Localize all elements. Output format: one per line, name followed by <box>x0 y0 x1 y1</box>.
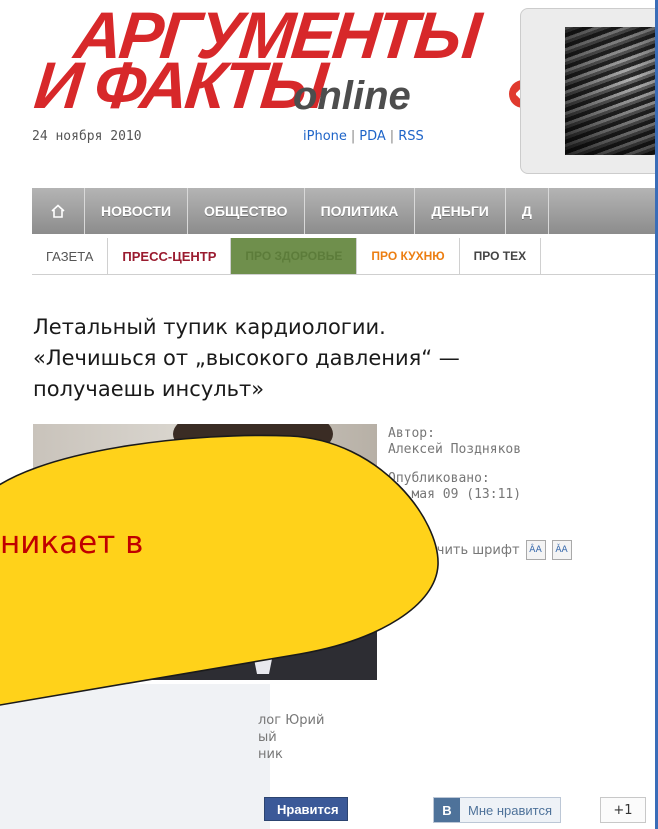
caption-line: лог Юрий <box>258 713 325 728</box>
nav-home[interactable] <box>32 188 85 234</box>
caption-line: ник <box>258 747 283 762</box>
author-label: Автор: <box>388 426 435 441</box>
article-headline: Летальный тупик кардиологии. «Лечишься о… <box>33 312 633 405</box>
photo-caption: лог Юрий ый ник <box>258 712 324 763</box>
banner-image <box>565 27 658 155</box>
article-meta: Автор: Алексей Поздняков Опубликовано: 2… <box>388 426 521 516</box>
font-size-controls: личить шрифт ÂA ǍA <box>420 540 572 560</box>
nav-item-dengi[interactable]: ДЕНЬГИ <box>415 188 506 234</box>
platform-links: iPhone | PDA | RSS <box>303 129 424 144</box>
header-date: 24 ноября 2010 <box>32 129 142 144</box>
vk-like-label: Мне нравится <box>468 802 553 818</box>
published-date: 27 мая 09 (13:11) <box>388 487 522 502</box>
nav-item-obshchestvo[interactable]: ОБЩЕСТВО <box>188 188 305 234</box>
published-label: Опубликовано: <box>388 471 490 486</box>
subnav-pro-zdorovie[interactable]: ПРО ЗДОРОВЬЕ <box>231 238 358 274</box>
promo-banner[interactable] <box>520 8 658 174</box>
subnav-press-center[interactable]: ПРЕСС-ЦЕНТР <box>108 238 232 274</box>
callout-text: никает в <box>0 525 144 561</box>
logo-online: online <box>293 74 411 118</box>
plusone-button[interactable]: +1 <box>600 797 646 823</box>
main-nav: НОВОСТИ ОБЩЕСТВО ПОЛИТИКА ДЕНЬГИ Д <box>32 188 658 234</box>
subnav-pro-teh[interactable]: ПРО ТЕХ <box>460 238 542 274</box>
pda-link[interactable]: PDA <box>359 129 386 144</box>
link-separator: | <box>389 129 395 144</box>
author-name: Алексей Поздняков <box>388 442 522 457</box>
nav-item-politika[interactable]: ПОЛИТИКА <box>305 188 416 234</box>
nav-item-novosti[interactable]: НОВОСТИ <box>85 188 189 234</box>
font-increase-icon[interactable]: ÂA <box>525 540 546 560</box>
site-logo[interactable]: АРГУМЕНТЫ И ФАКТЫ online <box>31 0 505 124</box>
callout-box <box>0 684 270 829</box>
headline-line: получаешь инсульт» <box>33 377 265 401</box>
vk-icon: В <box>434 798 460 822</box>
caption-line: ый <box>258 730 277 745</box>
font-size-label: личить шрифт <box>420 542 520 558</box>
rss-link[interactable]: RSS <box>398 129 424 144</box>
logo-line2: И ФАКТЫ <box>31 48 329 122</box>
facebook-like-button[interactable]: Нравится <box>264 797 348 821</box>
fb-like-label: Нравится <box>277 801 339 817</box>
link-separator: | <box>350 129 356 144</box>
subnav-gazeta[interactable]: ГАЗЕТА <box>32 238 109 274</box>
plusone-label: +1 <box>613 802 633 818</box>
sub-nav: ГАЗЕТА ПРЕСС-ЦЕНТР ПРО ЗДОРОВЬЕ ПРО КУХН… <box>32 238 658 275</box>
headline-line: «Лечишься от „высокого давления“ — <box>33 346 460 370</box>
home-icon <box>51 204 65 218</box>
iphone-link[interactable]: iPhone <box>303 129 347 144</box>
font-decrease-icon[interactable]: ǍA <box>551 540 572 560</box>
nav-item-more[interactable]: Д <box>506 188 549 234</box>
subnav-pro-kuhnyu[interactable]: ПРО КУХНЮ <box>357 238 460 274</box>
vk-like-button[interactable]: В Мне нравится <box>433 797 562 823</box>
headline-line: Летальный тупик кардиологии. <box>33 315 386 339</box>
